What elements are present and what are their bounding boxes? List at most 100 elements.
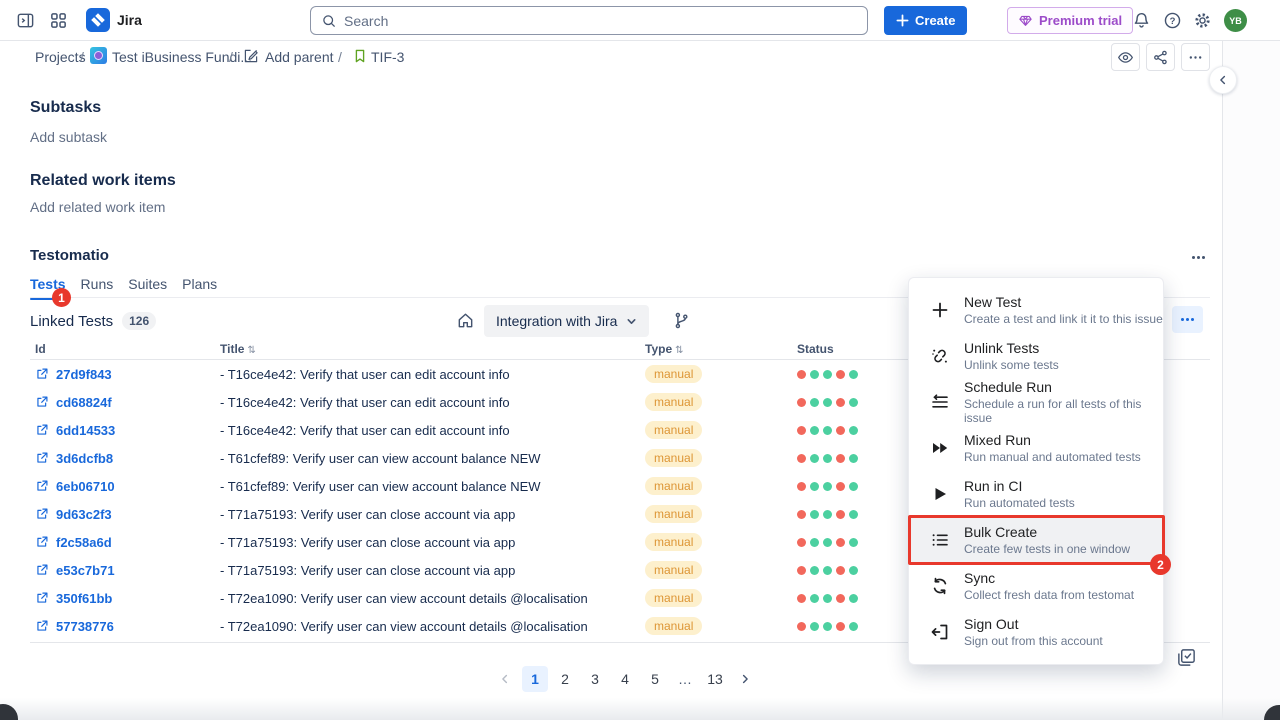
test-title: - T16ce4e42: Verify that user can edit a… [220, 395, 645, 410]
share-button[interactable] [1146, 43, 1175, 71]
pagination-page-2[interactable]: 2 [552, 666, 578, 692]
user-avatar[interactable]: YB [1224, 9, 1247, 32]
panel-divider [1222, 41, 1223, 720]
menu-item-title: Sync [964, 570, 1134, 586]
status-dot-pass [810, 622, 819, 631]
subtasks-heading: Subtasks [30, 99, 101, 117]
status-dot-fail [836, 482, 845, 491]
annotation-badge-1: 1 [52, 288, 71, 307]
project-selector-dropdown[interactable]: Integration with Jira [484, 305, 649, 337]
test-type-badge: manual [645, 449, 702, 467]
external-link-icon [35, 591, 49, 605]
more-actions-button[interactable] [1181, 43, 1210, 71]
breadcrumb-projects[interactable]: Projects [35, 49, 86, 65]
test-id-link[interactable]: 27d9f843 [35, 367, 220, 382]
test-id-link[interactable]: 6dd14533 [35, 423, 220, 438]
app-switcher-icon[interactable] [49, 11, 68, 30]
menu-item-run-in-ci[interactable]: Run in CIRun automated tests [909, 471, 1163, 517]
external-link-icon [35, 507, 49, 521]
status-dot-pass [823, 566, 832, 575]
menu-item-unlink-tests[interactable]: Unlink Tests Unlink some tests [909, 333, 1163, 379]
status-dot-fail [797, 594, 806, 603]
pagination-page-1[interactable]: 1 [522, 666, 548, 692]
status-dot-fail [836, 566, 845, 575]
multi-select-icon[interactable] [1176, 647, 1197, 668]
search-input[interactable] [344, 13, 857, 29]
test-id: cd68824f [56, 395, 112, 410]
status-dot-pass [810, 510, 819, 519]
testomatio-more-icon[interactable] [1186, 248, 1210, 266]
branch-icon[interactable] [672, 311, 691, 330]
help-icon[interactable]: ? [1163, 11, 1182, 30]
test-id-link[interactable]: f2c58a6d [35, 535, 220, 550]
status-dot-pass [849, 566, 858, 575]
test-id: e53c7b71 [56, 563, 115, 578]
pagination-page-5[interactable]: 5 [642, 666, 668, 692]
test-type-badge: manual [645, 365, 702, 383]
menu-item-sync[interactable]: Sync Collect fresh data from testomat [909, 563, 1163, 609]
testomatio-heading: Testomatio [30, 247, 109, 264]
status-dot-pass [810, 482, 819, 491]
menu-item-new-test[interactable]: New TestCreate a test and link it it to … [909, 287, 1163, 333]
watch-eye-button[interactable] [1111, 43, 1140, 71]
menu-item-subtitle: Create a test and link it it to this iss… [964, 312, 1163, 326]
pagination-prev[interactable] [492, 666, 518, 692]
sidebar-toggle-icon[interactable] [16, 11, 35, 30]
status-dot-pass [810, 398, 819, 407]
menu-item-subtitle: Collect fresh data from testomat [964, 588, 1134, 602]
status-dot-pass [810, 370, 819, 379]
status-dot-fail [836, 538, 845, 547]
test-id-link[interactable]: 350f61bb [35, 591, 220, 606]
collapse-panel-button[interactable] [1209, 66, 1237, 94]
breadcrumb-issue-key[interactable]: TIF-3 [371, 49, 404, 65]
tab-plans[interactable]: Plans [182, 276, 217, 300]
pagination-page-3[interactable]: 3 [582, 666, 608, 692]
pagination-page-4[interactable]: 4 [612, 666, 638, 692]
menu-item-schedule-run[interactable]: Schedule RunSchedule a run for all tests… [909, 379, 1163, 425]
tab-suites[interactable]: Suites [128, 276, 167, 300]
linked-tests-count-badge: 126 [122, 312, 156, 330]
notifications-bell-icon[interactable] [1132, 11, 1151, 30]
unlink-icon [930, 346, 950, 366]
search-icon [321, 13, 337, 29]
status-dot-pass [823, 482, 832, 491]
external-link-icon [35, 479, 49, 493]
test-id-link[interactable]: cd68824f [35, 395, 220, 410]
menu-item-subtitle: Unlink some tests [964, 358, 1059, 372]
menu-item-sign-out[interactable]: Sign OutSign out from this account [909, 609, 1163, 655]
status-dot-pass [849, 510, 858, 519]
test-id-link[interactable]: 3d6dcfb8 [35, 451, 220, 466]
status-dot-fail [797, 426, 806, 435]
premium-trial-button[interactable]: Premium trial [1007, 7, 1133, 34]
test-id-link[interactable]: 57738776 [35, 619, 220, 634]
menu-item-title: Unlink Tests [964, 340, 1059, 356]
test-title: - T71a75193: Verify user can close accou… [220, 507, 645, 522]
pagination-next[interactable] [732, 666, 758, 692]
menu-item-bulk-create[interactable]: Bulk CreateCreate few tests in one windo… [909, 517, 1163, 563]
test-id-link[interactable]: 6eb06710 [35, 479, 220, 494]
home-icon[interactable] [456, 311, 475, 330]
column-header-type[interactable]: Type⇅ [645, 342, 797, 356]
linked-tests-more-button[interactable] [1172, 306, 1203, 333]
global-search[interactable] [310, 6, 868, 35]
column-header-id[interactable]: Id [35, 342, 220, 356]
add-subtask-link[interactable]: Add subtask [30, 129, 107, 145]
menu-item-mixed-run[interactable]: Mixed RunRun manual and automated tests [909, 425, 1163, 471]
jira-logo-icon[interactable] [86, 8, 110, 32]
menu-item-title: Bulk Create [964, 524, 1130, 540]
create-button[interactable]: Create [884, 6, 967, 35]
status-dot-fail [797, 510, 806, 519]
breadcrumb-add-parent[interactable]: Add parent [265, 49, 334, 65]
column-header-title[interactable]: Title⇅ [220, 342, 645, 356]
run-in-ci-icon [930, 484, 950, 504]
test-id-link[interactable]: 9d63c2f3 [35, 507, 220, 522]
test-id: 6dd14533 [56, 423, 115, 438]
tab-runs[interactable]: Runs [81, 276, 114, 300]
test-type-badge: manual [645, 617, 702, 635]
pagination-page-13[interactable]: 13 [702, 666, 728, 692]
status-dot-pass [810, 594, 819, 603]
test-id-link[interactable]: e53c7b71 [35, 563, 220, 578]
add-related-item-link[interactable]: Add related work item [30, 199, 165, 215]
external-link-icon [35, 423, 49, 437]
settings-gear-icon[interactable] [1193, 11, 1212, 30]
